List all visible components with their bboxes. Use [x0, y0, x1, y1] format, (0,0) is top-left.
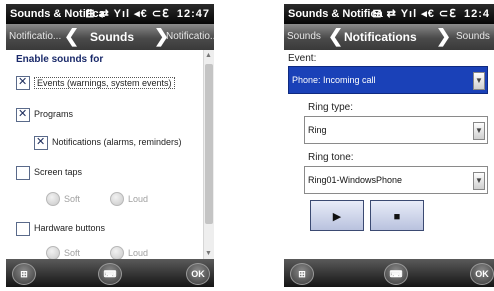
screen-taps-loud-radio[interactable]	[110, 192, 124, 206]
windows-start-icon[interactable]: ⊞	[12, 263, 36, 285]
tab-current-label: Notifications	[344, 30, 417, 44]
ring-tone-dropdown[interactable]: Ring01-WindowsPhone ▼	[304, 166, 488, 194]
tab-prev-label[interactable]: Sounds	[287, 31, 321, 42]
chevron-left-icon[interactable]: ❮	[64, 26, 79, 47]
screen-taps-loud-label: Loud	[128, 194, 149, 204]
softkey-bar: ⊞ ⌨ OK	[284, 259, 494, 287]
screen-taps-checkbox[interactable]	[16, 166, 30, 180]
tab-bar: Notificatio... ❮ Sounds ❯ Notificatio...	[6, 24, 214, 50]
ok-button[interactable]: OK	[186, 263, 210, 285]
status-icons[interactable]: ⊟ ⇄ Yıl ◂€ ⊂ℇ 12:47	[85, 7, 210, 20]
chevron-right-icon[interactable]: ❯	[436, 26, 451, 47]
programs-label: Programs	[34, 109, 74, 119]
clock: 12:4	[463, 8, 490, 20]
status-bar: Sounds & Notifica ⊟ ⇄ Yıl ◂€ ⊂ℇ 12:4	[284, 4, 494, 24]
window-title: Sounds & Notifica	[288, 8, 383, 20]
notifications-checkbox[interactable]	[34, 135, 48, 150]
hardware-buttons-label: Hardware buttons	[34, 223, 106, 233]
tab-next-label[interactable]: Notificatio...	[166, 31, 214, 42]
play-button[interactable]: ▶	[310, 200, 364, 231]
stop-icon: ■	[393, 211, 401, 223]
clock: 12:47	[176, 8, 210, 20]
events-checkbox[interactable]	[16, 75, 30, 90]
dropdown-arrow-icon[interactable]: ▼	[473, 172, 485, 190]
tab-prev-label[interactable]: Notificatio...	[9, 31, 61, 42]
section-title: Enable sounds for	[16, 54, 104, 65]
play-icon: ▶	[332, 211, 342, 223]
connectivity-icons: ⊟ ⇄ Yıl ◂€ ⊂ℇ	[85, 8, 170, 20]
scroll-down-icon[interactable]: ▼	[205, 250, 212, 257]
ring-type-value: Ring	[308, 125, 327, 135]
scrollbar-thumb[interactable]	[205, 64, 213, 224]
tab-bar: Sounds ❮ Notifications ❯ Sounds	[284, 24, 494, 50]
keyboard-icon[interactable]: ⌨	[98, 263, 122, 285]
tab-next-label[interactable]: Sounds	[456, 31, 490, 42]
status-icons[interactable]: ⊟ ⇄ Yıl ◂€ ⊂ℇ 12:4	[372, 7, 490, 20]
hardware-buttons-checkbox[interactable]	[16, 222, 30, 236]
hardware-soft-radio[interactable]	[46, 246, 60, 259]
softkey-bar: ⊞ ⌨ OK	[6, 259, 214, 287]
ring-type-dropdown[interactable]: Ring ▼	[304, 116, 488, 144]
notifications-screen: Sounds & Notifica ⊟ ⇄ Yıl ◂€ ⊂ℇ 12:4 Sou…	[284, 4, 494, 287]
scroll-up-icon[interactable]: ▲	[205, 52, 212, 59]
event-dropdown[interactable]: Phone: Incoming call ▼	[288, 66, 488, 94]
hardware-loud-radio[interactable]	[110, 246, 124, 259]
sounds-settings-panel: Enable sounds for Events (warnings, syst…	[6, 50, 214, 259]
dropdown-arrow-icon[interactable]: ▼	[473, 72, 485, 90]
connectivity-icons: ⊟ ⇄ Yıl ◂€ ⊂ℇ	[372, 8, 457, 20]
hardware-soft-label: Soft	[64, 248, 81, 258]
screen-taps-soft-label: Soft	[64, 194, 81, 204]
ok-button[interactable]: OK	[470, 263, 494, 285]
status-bar: Sounds & Notifica ⊟ ⇄ Yıl ◂€ ⊂ℇ 12:47	[6, 4, 214, 24]
sounds-screen: Sounds & Notifica ⊟ ⇄ Yıl ◂€ ⊂ℇ 12:47 No…	[6, 4, 214, 287]
events-label: Events (warnings, system events)	[34, 77, 175, 89]
notifications-label: Notifications (alarms, reminders)	[52, 137, 182, 147]
ring-tone-label: Ring tone:	[308, 152, 354, 163]
ring-type-label: Ring type:	[308, 102, 354, 113]
stop-button[interactable]: ■	[370, 200, 424, 231]
screen-taps-label: Screen taps	[34, 167, 83, 177]
chevron-left-icon[interactable]: ❮	[328, 26, 343, 47]
event-label: Event:	[288, 53, 317, 64]
tab-current-label: Sounds	[90, 30, 134, 44]
hardware-loud-label: Loud	[128, 248, 149, 258]
event-value: Phone: Incoming call	[292, 75, 376, 85]
dropdown-arrow-icon[interactable]: ▼	[473, 122, 485, 140]
ring-tone-value: Ring01-WindowsPhone	[308, 175, 403, 185]
programs-checkbox[interactable]	[16, 107, 30, 122]
screen-taps-soft-radio[interactable]	[46, 192, 60, 206]
vertical-scrollbar[interactable]: ▲ ▼	[203, 50, 214, 259]
windows-start-icon[interactable]: ⊞	[290, 263, 314, 285]
keyboard-icon[interactable]: ⌨	[384, 263, 408, 285]
